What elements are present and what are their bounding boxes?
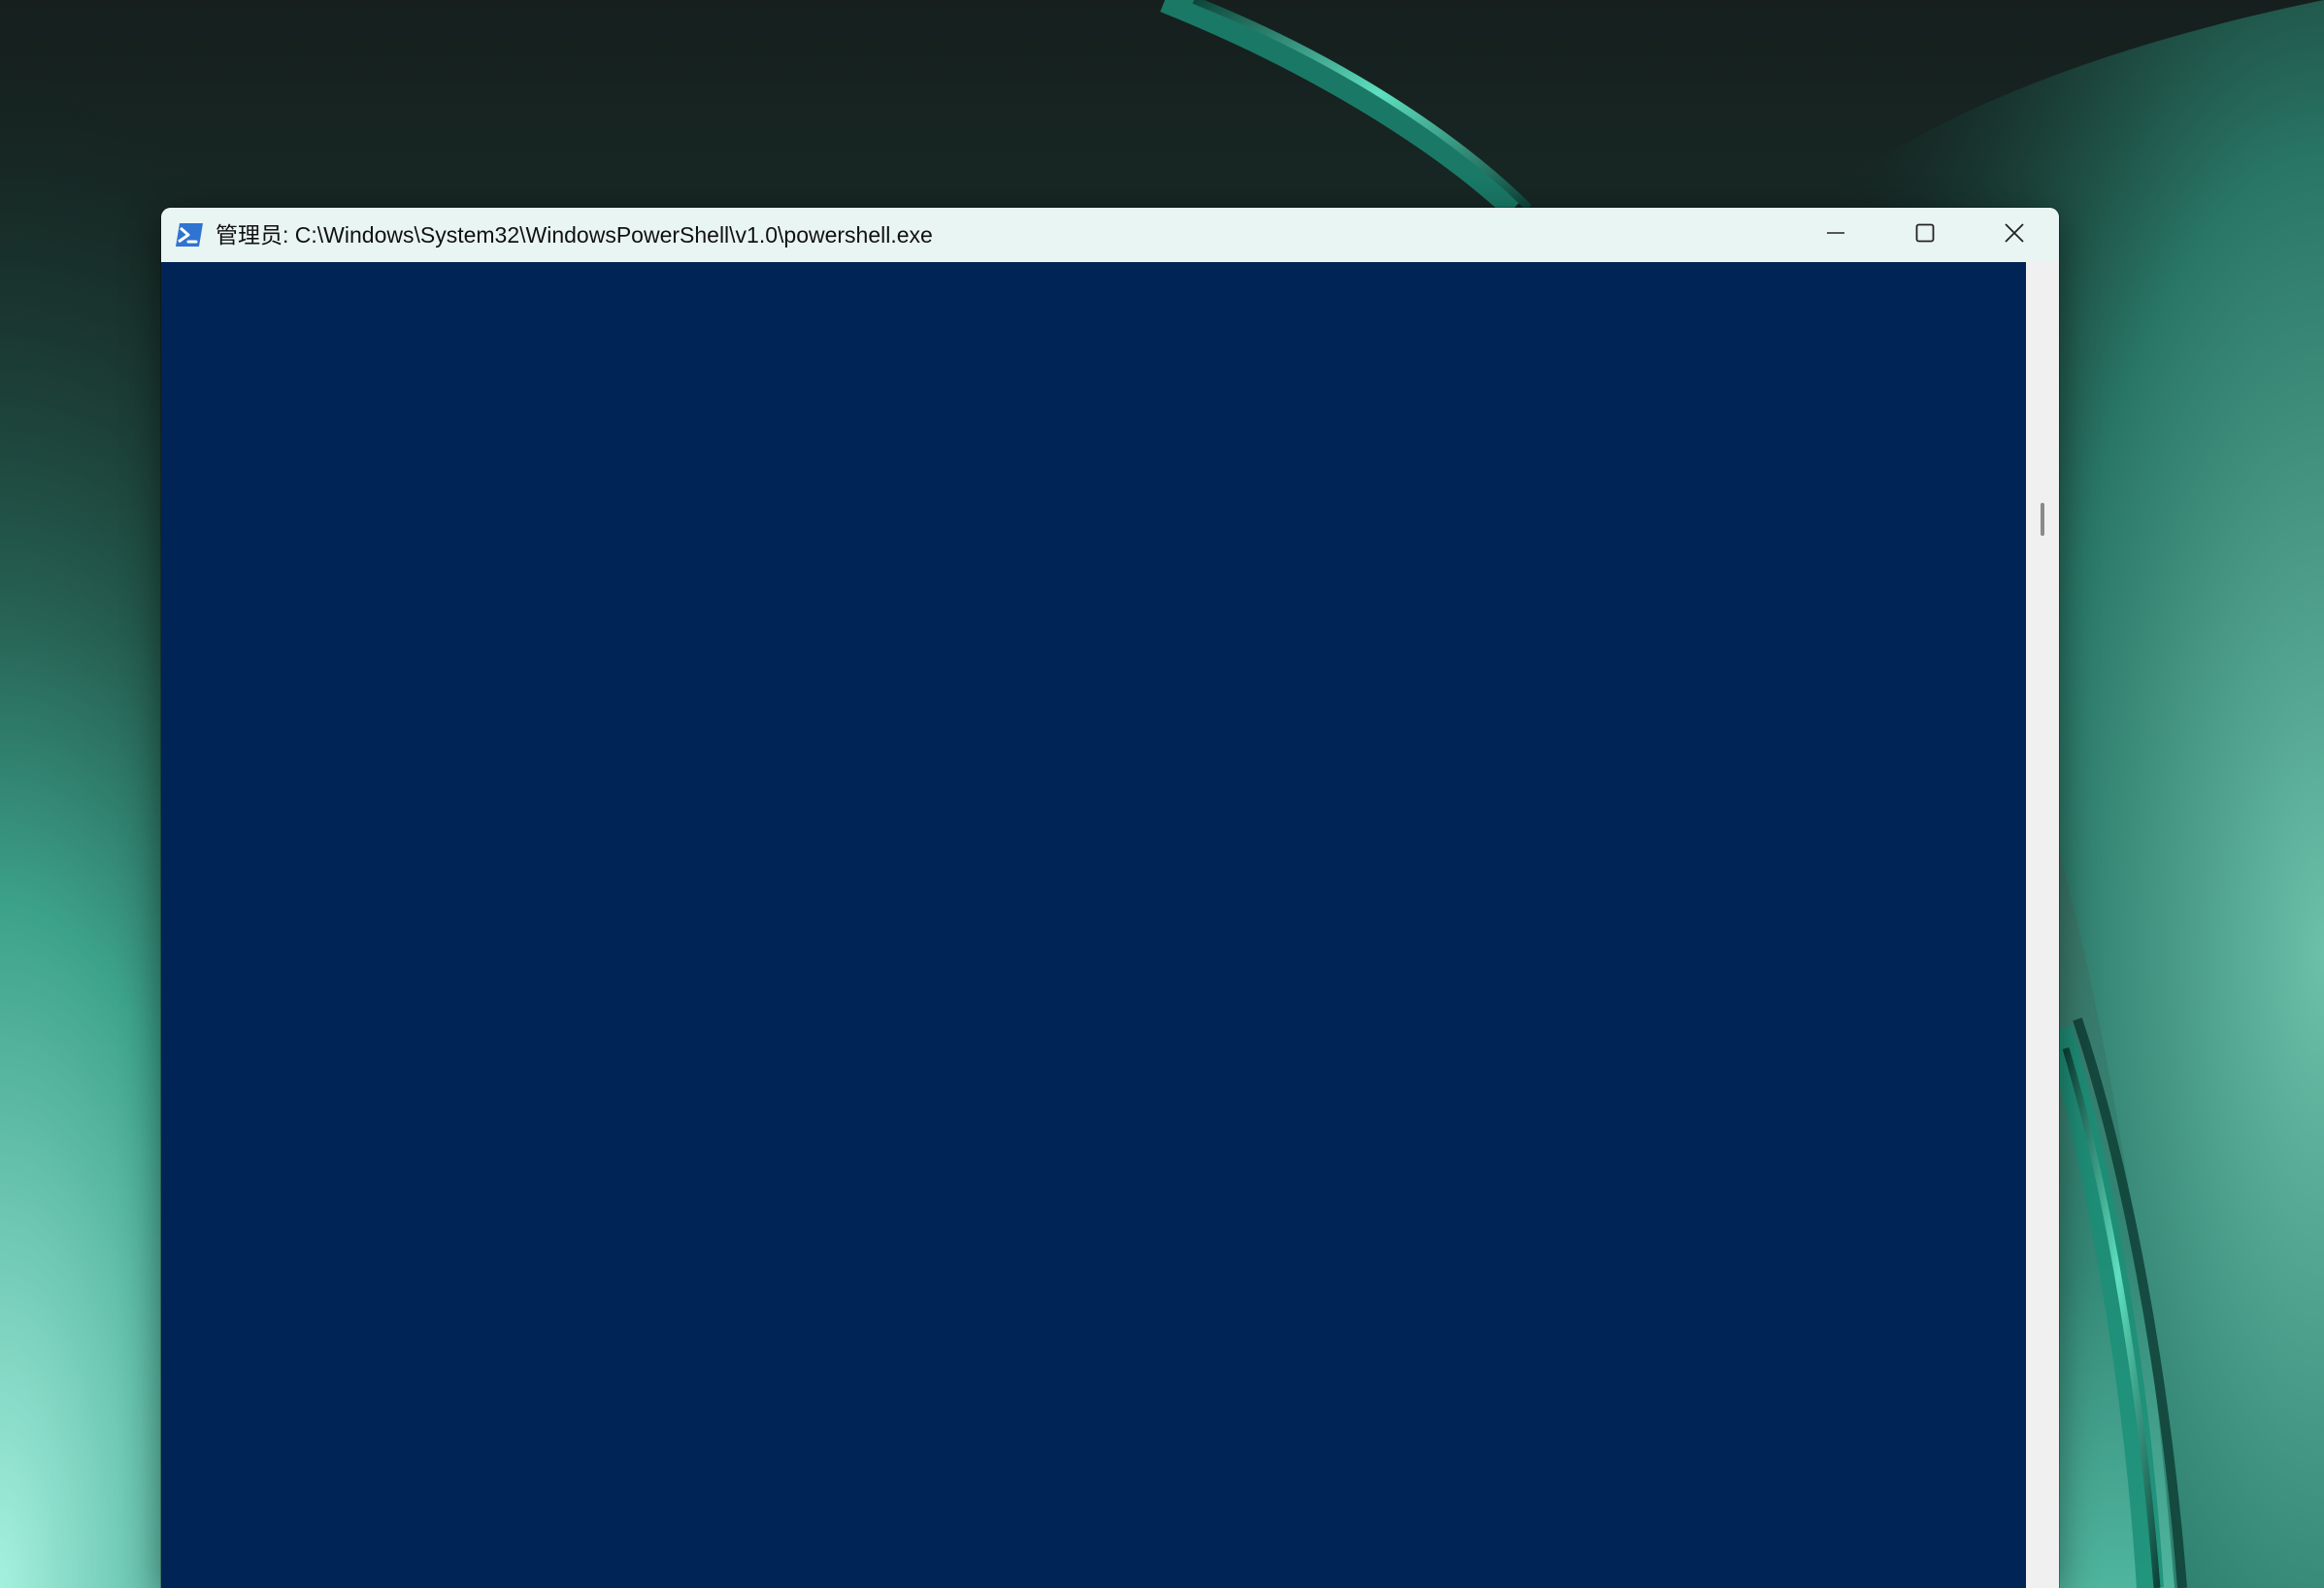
powershell-icon xyxy=(175,222,204,248)
window-title: 管理员: C:\Windows\System32\WindowsPowerShe… xyxy=(216,222,933,248)
minimize-button[interactable] xyxy=(1791,208,1880,262)
maximize-button[interactable] xyxy=(1880,208,1970,262)
close-button[interactable] xyxy=(1970,208,2059,262)
title-bar[interactable]: 管理员: C:\Windows\System32\WindowsPowerShe… xyxy=(161,208,2059,262)
maximize-icon xyxy=(1915,223,1935,248)
console-output-area[interactable] xyxy=(161,262,2026,1588)
vertical-scrollbar[interactable] xyxy=(2026,262,2059,1588)
close-icon xyxy=(2004,222,2025,248)
minimize-icon xyxy=(1826,223,1845,248)
scrollbar-thumb[interactable] xyxy=(2041,503,2044,536)
powershell-window[interactable]: 管理员: C:\Windows\System32\WindowsPowerShe… xyxy=(161,208,2059,1588)
